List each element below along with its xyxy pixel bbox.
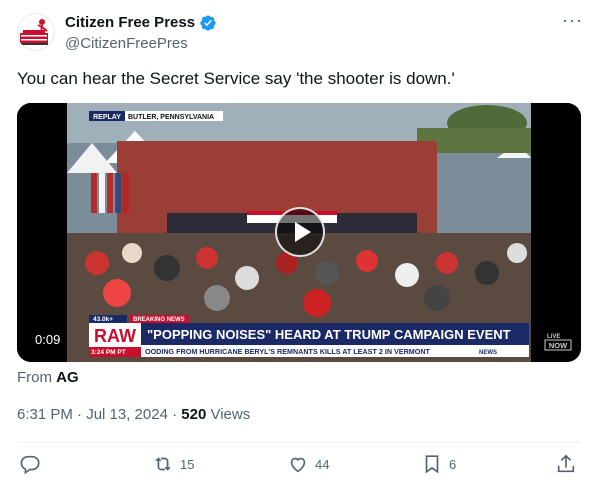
author-handle[interactable]: @CitizenFreePres	[65, 34, 217, 53]
video-player[interactable]: REPLAY BUTLER, PENNSYLVANIA 43.0k+ BREAK…	[17, 103, 581, 362]
video-duration: 0:09	[29, 329, 67, 350]
share-icon	[557, 454, 575, 473]
retweet-icon	[155, 457, 171, 471]
more-icon[interactable]: ···	[562, 11, 582, 33]
location-label: BUTLER, PENNSYLVANIA	[128, 114, 214, 121]
play-icon[interactable]	[275, 207, 325, 257]
play-triangle-icon	[295, 222, 311, 242]
ticker-text: OODING FROM HURRICANE BERYL'S REMNANTS K…	[145, 347, 431, 356]
timestamp[interactable]: 6:31 PM · Jul 13, 2024 ·	[17, 406, 181, 423]
share-button[interactable]	[555, 453, 577, 475]
verified-badge-icon	[200, 14, 216, 31]
headline: "POPPING NOISES" HEARD AT TRUMP CAMPAIGN…	[147, 327, 511, 342]
author-names: Citizen Free Press @CitizenFreePres	[65, 13, 217, 53]
breaking-news-label: BREAKING NEWS	[133, 317, 185, 323]
source-line: From AG	[17, 369, 79, 386]
author-display-name-row[interactable]: Citizen Free Press	[65, 13, 217, 32]
news-label: NEWS	[479, 350, 497, 356]
retweet-button[interactable]: 15	[152, 453, 194, 475]
bookmark-count: 6	[449, 456, 457, 472]
source-name[interactable]: AG	[56, 369, 79, 386]
viewer-count: 43.0k+	[93, 316, 113, 323]
like-count: 44	[315, 456, 330, 472]
tweet-text: You can hear the Secret Service say 'the…	[17, 69, 455, 88]
time-label: 3:24 PM PT	[91, 349, 126, 356]
network-logo-bottom: NOW	[549, 341, 568, 350]
tweet-header: Citizen Free Press @CitizenFreePres ···	[17, 11, 582, 53]
reply-icon	[20, 455, 40, 475]
author-display-name[interactable]: Citizen Free Press	[65, 13, 195, 32]
retweet-count: 15	[180, 456, 195, 472]
source-prefix: From	[17, 369, 52, 386]
divider	[17, 442, 581, 443]
reply-button[interactable]	[19, 453, 41, 475]
network-logo-top: LiVE	[547, 334, 560, 340]
replay-label: REPLAY	[93, 114, 121, 121]
avatar-logo	[20, 19, 48, 45]
bookmark-button[interactable]: 6	[421, 453, 456, 475]
bookmark-icon	[425, 455, 439, 474]
like-button[interactable]: 44	[287, 453, 329, 475]
avatar[interactable]	[17, 13, 55, 51]
views-label: Views	[206, 406, 251, 423]
raw-label: RAW	[94, 326, 136, 346]
action-bar: 15 44 6	[17, 453, 581, 477]
views-count: 520	[181, 406, 207, 423]
tweet-meta: 6:31 PM · Jul 13, 2024 · 520 Views	[17, 406, 250, 423]
heart-icon	[290, 457, 306, 473]
